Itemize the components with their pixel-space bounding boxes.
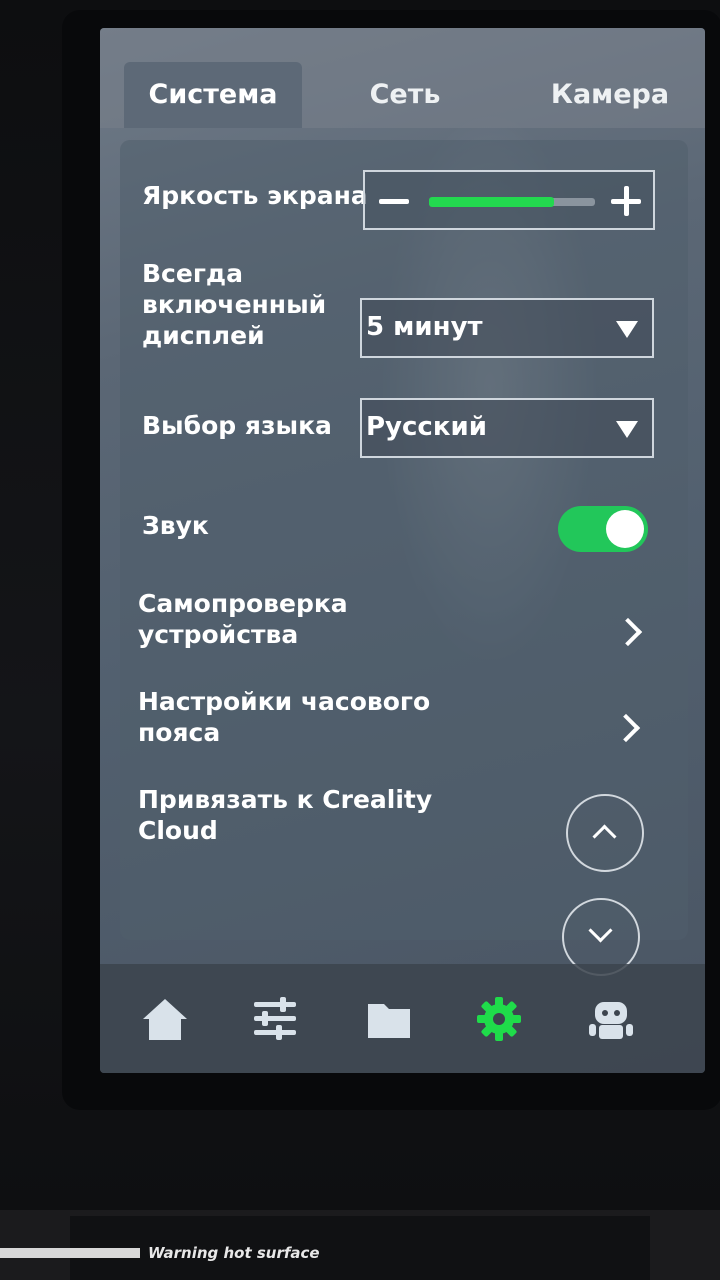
- home-icon[interactable]: [140, 994, 190, 1044]
- folder-icon[interactable]: [364, 994, 414, 1044]
- label-line: дисплей: [142, 321, 265, 350]
- chevron-right-icon[interactable]: [611, 713, 641, 743]
- settings-panel: Яркость экрана Всегда включенный дисплей…: [120, 140, 688, 976]
- gear-icon[interactable]: [474, 994, 524, 1044]
- dropdown-value: Русский: [366, 412, 487, 442]
- tab-bar: Система Сеть Камера: [100, 28, 705, 128]
- timezone-settings-label[interactable]: Настройки часового пояса: [138, 686, 430, 748]
- plus-icon: [623, 186, 629, 216]
- chevron-right-icon[interactable]: [613, 617, 643, 647]
- brightness-control: [363, 170, 655, 230]
- touch-screen: Система Сеть Камера Яркость экрана Всегд…: [100, 28, 705, 1073]
- chevron-down-icon: [588, 918, 613, 943]
- label-line: Самопроверка: [138, 589, 348, 618]
- sliders-icon[interactable]: [250, 994, 300, 1044]
- warning-label: Warning hot surface: [148, 1244, 320, 1262]
- chevron-up-icon: [592, 824, 617, 849]
- always-on-display-label: Всегда включенный дисплей: [142, 258, 326, 351]
- label-line: включенный: [142, 290, 327, 319]
- toggle-knob: [606, 510, 644, 548]
- device-trim: [0, 1248, 140, 1258]
- label-line: Настройки часового: [138, 687, 431, 716]
- brightness-label: Яркость экрана: [142, 181, 368, 210]
- sound-label: Звук: [142, 511, 209, 540]
- tab-network[interactable]: Сеть: [340, 62, 470, 128]
- scroll-up-button[interactable]: [566, 794, 644, 872]
- chevron-down-icon: [616, 321, 638, 338]
- language-label: Выбор языка: [142, 411, 332, 440]
- chevron-down-icon: [616, 421, 638, 438]
- brightness-decrease-button[interactable]: [379, 199, 409, 204]
- self-check-label[interactable]: Самопроверка устройства: [138, 588, 348, 650]
- label-line: Всегда: [142, 259, 243, 288]
- dropdown-value: 5 минут: [366, 312, 483, 342]
- bottom-navigation: [100, 964, 705, 1073]
- label-line: пояса: [138, 718, 221, 747]
- label-line: Привязать к Creality: [138, 785, 433, 814]
- robot-icon[interactable]: [586, 994, 636, 1044]
- always-on-display-dropdown[interactable]: 5 минут: [360, 298, 654, 358]
- label-line: устройства: [138, 620, 299, 649]
- language-dropdown[interactable]: Русский: [360, 398, 654, 458]
- tab-system[interactable]: Система: [124, 62, 302, 128]
- brightness-fill: [429, 197, 554, 207]
- creality-cloud-label[interactable]: Привязать к Creality Cloud: [138, 784, 432, 846]
- brightness-track[interactable]: [429, 197, 595, 207]
- sound-toggle[interactable]: [558, 506, 648, 552]
- tab-camera[interactable]: Камера: [530, 62, 690, 128]
- label-line: Cloud: [138, 816, 218, 845]
